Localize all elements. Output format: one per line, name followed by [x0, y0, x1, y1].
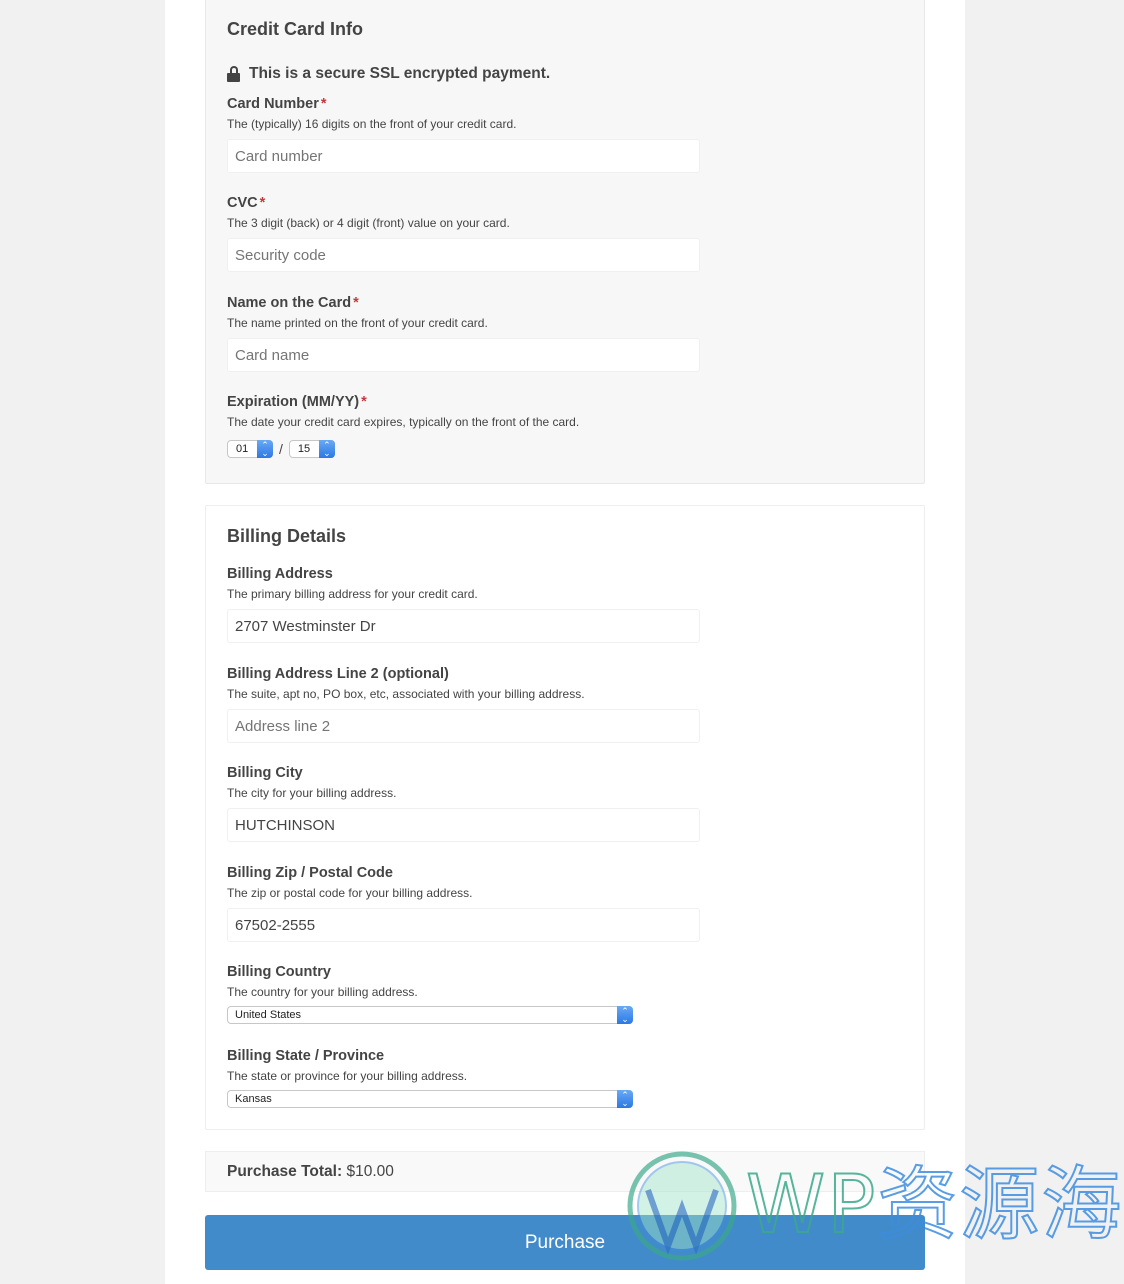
- card-number-description: The (typically) 16 digits on the front o…: [227, 117, 517, 131]
- billing-section: Billing Details Billing Address The prim…: [205, 505, 925, 1130]
- expiration-field: Expiration (MM/YY) * The date your credit…: [227, 392, 707, 458]
- purchase-total-value: $10.00: [346, 1163, 394, 1180]
- card-name-description: The name printed on the front of your cr…: [227, 316, 488, 330]
- billing-country-field: Billing Country The country for your bil…: [227, 962, 707, 1024]
- billing-address-label: Billing Address: [227, 566, 333, 582]
- required-asterisk: *: [320, 96, 327, 112]
- cvc-description: The 3 digit (back) or 4 digit (front) va…: [227, 216, 510, 230]
- expiration-year-value: 15: [297, 443, 311, 455]
- credit-card-title: Credit Card Info: [227, 19, 364, 39]
- billing-state-select[interactable]: Kansas ⌃ ⌄: [227, 1090, 633, 1108]
- required-asterisk: *: [353, 295, 359, 311]
- expiration-label: Expiration (MM/YY) *: [227, 394, 367, 410]
- required-asterisk: *: [361, 394, 367, 410]
- billing-city-label: Billing City: [227, 765, 303, 781]
- card-name-field: Name on the Card * The name printed on th…: [227, 293, 707, 372]
- card-name-label: Name on the Card *: [227, 295, 359, 311]
- cvc-input[interactable]: [227, 238, 700, 272]
- billing-address-field: Billing Address The primary billing addr…: [227, 564, 707, 643]
- billing-address2-field: Billing Address Line 2 (optional) The su…: [227, 664, 707, 743]
- card-number-label: Card Number *: [227, 96, 327, 112]
- billing-state-label: Billing State / Province: [227, 1048, 385, 1064]
- billing-zip-field: Billing Zip / Postal Code The zip or pos…: [227, 863, 707, 942]
- billing-city-description: The city for your billing address.: [227, 786, 397, 800]
- billing-address2-input[interactable]: [227, 709, 700, 743]
- billing-address2-description: The suite, apt no, PO box, etc, associat…: [227, 687, 585, 701]
- billing-country-select[interactable]: United States ⌃ ⌄: [227, 1006, 633, 1024]
- billing-country-label: Billing Country: [227, 964, 331, 980]
- card-number-field: Card Number * The (typically) 16 digits o…: [227, 94, 707, 173]
- expiration-year-select[interactable]: 15 ⌃ ⌄: [288, 440, 335, 458]
- cvc-field: CVC * The 3 digit (back) or 4 digit (fron…: [227, 193, 707, 272]
- updown-chevron-icon: ⌃ ⌄: [617, 1090, 633, 1108]
- secure-notice: This is a secure SSL encrypted payment.: [227, 65, 550, 83]
- billing-city-field: Billing City The city for your billing a…: [227, 763, 707, 842]
- expiration-month-select[interactable]: 01 ⌃ ⌄: [227, 440, 273, 458]
- updown-chevron-icon: ⌃ ⌄: [318, 440, 335, 458]
- billing-state-field: Billing State / Province The state or pr…: [227, 1046, 707, 1108]
- billing-city-input[interactable]: [227, 808, 700, 842]
- updown-chevron-icon: ⌃ ⌄: [257, 440, 273, 458]
- expiration-description: The date your credit card expires, typic…: [227, 415, 580, 429]
- card-number-input[interactable]: [227, 139, 700, 173]
- purchase-button[interactable]: Purchase: [205, 1215, 925, 1270]
- purchase-total-label: Purchase Total:: [227, 1163, 343, 1180]
- billing-title: Billing Details: [227, 526, 347, 546]
- checkout-page: Credit Card Info This is a secure SSL en…: [165, 0, 965, 1284]
- billing-state-value: Kansas: [235, 1093, 272, 1105]
- expiration-separator: /: [279, 441, 283, 457]
- billing-address-input[interactable]: [227, 609, 700, 643]
- required-asterisk: *: [259, 195, 266, 211]
- billing-address-description: The primary billing address for your cre…: [227, 587, 478, 601]
- billing-address2-label: Billing Address Line 2 (optional): [227, 666, 449, 682]
- updown-chevron-icon: ⌃ ⌄: [617, 1006, 633, 1024]
- card-name-input[interactable]: [227, 338, 700, 372]
- billing-state-description: The state or province for your billing a…: [227, 1069, 468, 1083]
- expiration-month-value: 01: [236, 443, 249, 455]
- lock-icon: [227, 66, 240, 82]
- credit-card-section: Credit Card Info This is a secure SSL en…: [205, 0, 925, 484]
- cvc-label: CVC *: [227, 195, 266, 211]
- billing-country-value: United States: [235, 1009, 302, 1021]
- billing-country-description: The country for your billing address.: [227, 985, 418, 999]
- billing-zip-input[interactable]: [227, 908, 700, 942]
- billing-zip-label: Billing Zip / Postal Code: [227, 865, 393, 881]
- purchase-total: Purchase Total: $10.00: [205, 1151, 925, 1192]
- billing-zip-description: The zip or postal code for your billing …: [227, 886, 473, 900]
- secure-notice-text: This is a secure SSL encrypted payment.: [249, 65, 551, 82]
